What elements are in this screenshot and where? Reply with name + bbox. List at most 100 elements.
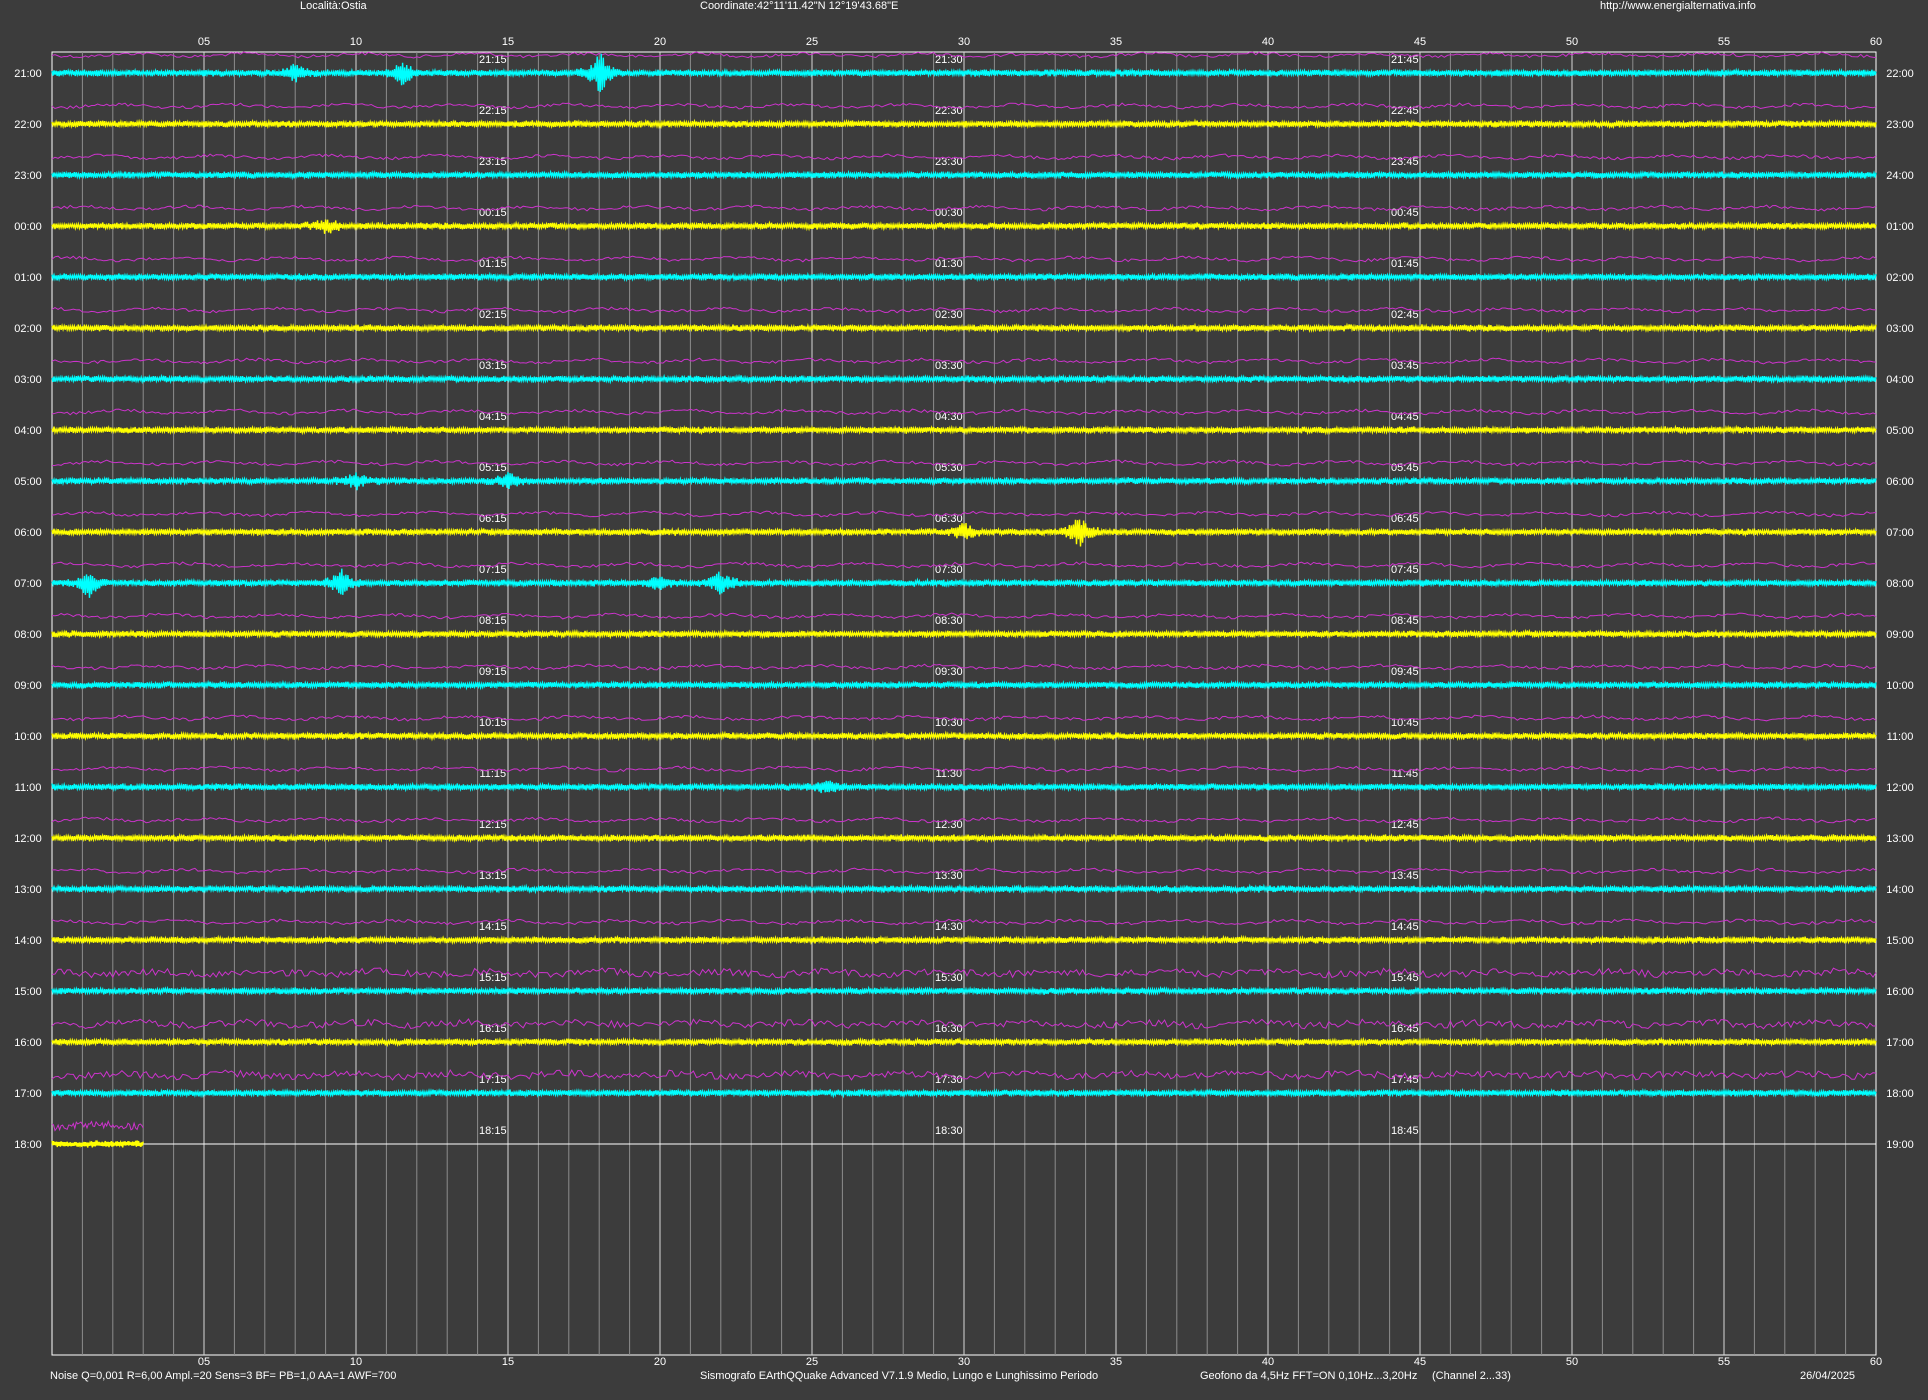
row-time-label-left: 04:00 [14, 425, 42, 437]
quarter-time-label: 23:45 [1391, 156, 1419, 168]
x-tick-label-bottom: 25 [806, 1356, 818, 1368]
quarter-time-label: 18:45 [1391, 1125, 1419, 1137]
row-time-label-left: 17:00 [14, 1088, 42, 1100]
quarter-time-label: 18:15 [479, 1125, 507, 1137]
row-time-label-left: 00:00 [14, 221, 42, 233]
row-time-label-right: 22:00 [1886, 68, 1914, 80]
quarter-time-label: 14:30 [935, 921, 963, 933]
x-tick-label-top: 60 [1870, 36, 1882, 48]
row-time-label-left: 12:00 [14, 833, 42, 845]
quarter-time-label: 07:45 [1391, 564, 1419, 576]
x-tick-label-bottom: 05 [198, 1356, 210, 1368]
row-time-label-right: 23:00 [1886, 119, 1914, 131]
quarter-time-label: 06:45 [1391, 513, 1419, 525]
x-tick-label-bottom: 35 [1110, 1356, 1122, 1368]
row-time-label-right: 19:00 [1886, 1139, 1914, 1151]
quarter-time-label: 01:45 [1391, 258, 1419, 270]
date-label: 26/04/2025 [1800, 1370, 1856, 1382]
row-time-label-left: 13:00 [14, 884, 42, 896]
quarter-time-label: 01:15 [479, 258, 507, 270]
row-time-label-left: 10:00 [14, 731, 42, 743]
quarter-time-label: 09:30 [935, 666, 963, 678]
row-time-label-right: 11:00 [1887, 731, 1914, 743]
row-time-label-left: 18:00 [14, 1139, 42, 1151]
x-tick-label-top: 05 [198, 36, 210, 48]
row-time-label-right: 04:00 [1886, 374, 1914, 386]
row-time-label-right: 05:00 [1886, 425, 1914, 437]
row-time-label-left: 01:00 [14, 272, 42, 284]
x-tick-label-top: 40 [1262, 36, 1274, 48]
quarter-time-label: 18:30 [935, 1125, 963, 1137]
quarter-time-label: 00:45 [1391, 207, 1419, 219]
quarter-time-label: 08:15 [479, 615, 507, 627]
quarter-time-label: 09:45 [1391, 666, 1419, 678]
x-tick-label-bottom: 60 [1870, 1356, 1882, 1368]
sensor-label: Geofono da 4,5Hz FFT=ON 0,10Hz...3,20Hz [1200, 1370, 1418, 1382]
row-time-label-right: 09:00 [1886, 629, 1914, 641]
row-time-label-left: 02:00 [14, 323, 42, 335]
row-time-label-right: 16:00 [1886, 986, 1914, 998]
row-time-label-left: 23:00 [14, 170, 42, 182]
x-tick-label-top: 55 [1718, 36, 1730, 48]
quarter-time-label: 02:30 [935, 309, 963, 321]
channel-label: (Channel 2...33) [1432, 1370, 1511, 1382]
row-time-label-left: 09:00 [14, 680, 42, 692]
row-time-label-right: 06:00 [1886, 476, 1914, 488]
row-time-label-right: 01:00 [1886, 221, 1914, 233]
row-time-label-left: 21:00 [14, 68, 42, 80]
row-time-label-right: 07:00 [1886, 527, 1914, 539]
quarter-time-label: 16:30 [935, 1023, 963, 1035]
row-time-label-right: 12:00 [1886, 782, 1914, 794]
row-time-label-left: 11:00 [15, 782, 42, 794]
x-tick-label-top: 25 [806, 36, 818, 48]
row-time-label-left: 14:00 [14, 935, 42, 947]
x-tick-label-bottom: 50 [1566, 1356, 1578, 1368]
noise-params-label: Noise Q=0,001 R=6,00 Ampl.=20 Sens=3 BF=… [50, 1370, 397, 1382]
long-period-trace [51, 1119, 144, 1132]
x-tick-label-top: 20 [654, 36, 666, 48]
row-time-label-right: 10:00 [1886, 680, 1914, 692]
x-tick-label-top: 10 [350, 36, 362, 48]
row-time-label-right: 02:00 [1886, 272, 1914, 284]
x-tick-label-bottom: 30 [958, 1356, 970, 1368]
row-time-label-right: 13:00 [1886, 833, 1914, 845]
quarter-time-label: 08:45 [1391, 615, 1419, 627]
seismogram-chart: 05 05 10 10 15 15 20 20 25 25 30 30 35 35 40 40 45 45 50 50… [14, 36, 1914, 1368]
row-time-label-right: 14:00 [1886, 884, 1914, 896]
quarter-time-label: 09:15 [479, 666, 507, 678]
quarter-time-label: 03:15 [479, 360, 507, 372]
row-time-label-left: 16:00 [14, 1037, 42, 1049]
quarter-time-label: 01:30 [935, 258, 963, 270]
x-tick-label-bottom: 45 [1414, 1356, 1426, 1368]
row-time-label-left: 22:00 [14, 119, 42, 131]
x-tick-label-top: 35 [1110, 36, 1122, 48]
x-tick-label-bottom: 40 [1262, 1356, 1274, 1368]
row-time-label-left: 05:00 [14, 476, 42, 488]
row-time-label-right: 08:00 [1886, 578, 1914, 590]
row-time-label-right: 18:00 [1886, 1088, 1914, 1100]
quarter-time-label: 05:45 [1391, 462, 1419, 474]
row-time-label-left: 03:00 [14, 374, 42, 386]
row-time-label-left: 15:00 [14, 986, 42, 998]
software-label: Sismografo EArthQQuake Advanced V7.1.9 M… [700, 1370, 1099, 1382]
x-tick-label-top: 45 [1414, 36, 1426, 48]
quarter-time-label: 08:30 [935, 615, 963, 627]
row-time-label-right: 24:00 [1886, 170, 1914, 182]
row-time-label-right: 15:00 [1886, 935, 1914, 947]
quarter-time-label: 11:45 [1391, 768, 1418, 780]
x-tick-label-top: 15 [502, 36, 514, 48]
x-tick-label-bottom: 55 [1718, 1356, 1730, 1368]
x-tick-label-bottom: 10 [350, 1356, 362, 1368]
quarter-time-label: 02:15 [479, 309, 507, 321]
quarter-time-label: 14:45 [1391, 921, 1419, 933]
x-tick-label-bottom: 15 [502, 1356, 514, 1368]
row-time-label-right: 03:00 [1886, 323, 1914, 335]
row-time-label-left: 06:00 [14, 527, 42, 539]
x-tick-label-top: 30 [958, 36, 970, 48]
seismic-trace [51, 1139, 144, 1149]
row-time-label-right: 17:00 [1886, 1037, 1914, 1049]
row-time-label-left: 07:00 [14, 578, 42, 590]
row-time-label-left: 08:00 [14, 629, 42, 641]
x-tick-label-top: 50 [1566, 36, 1578, 48]
quarter-time-label: 14:15 [479, 921, 507, 933]
